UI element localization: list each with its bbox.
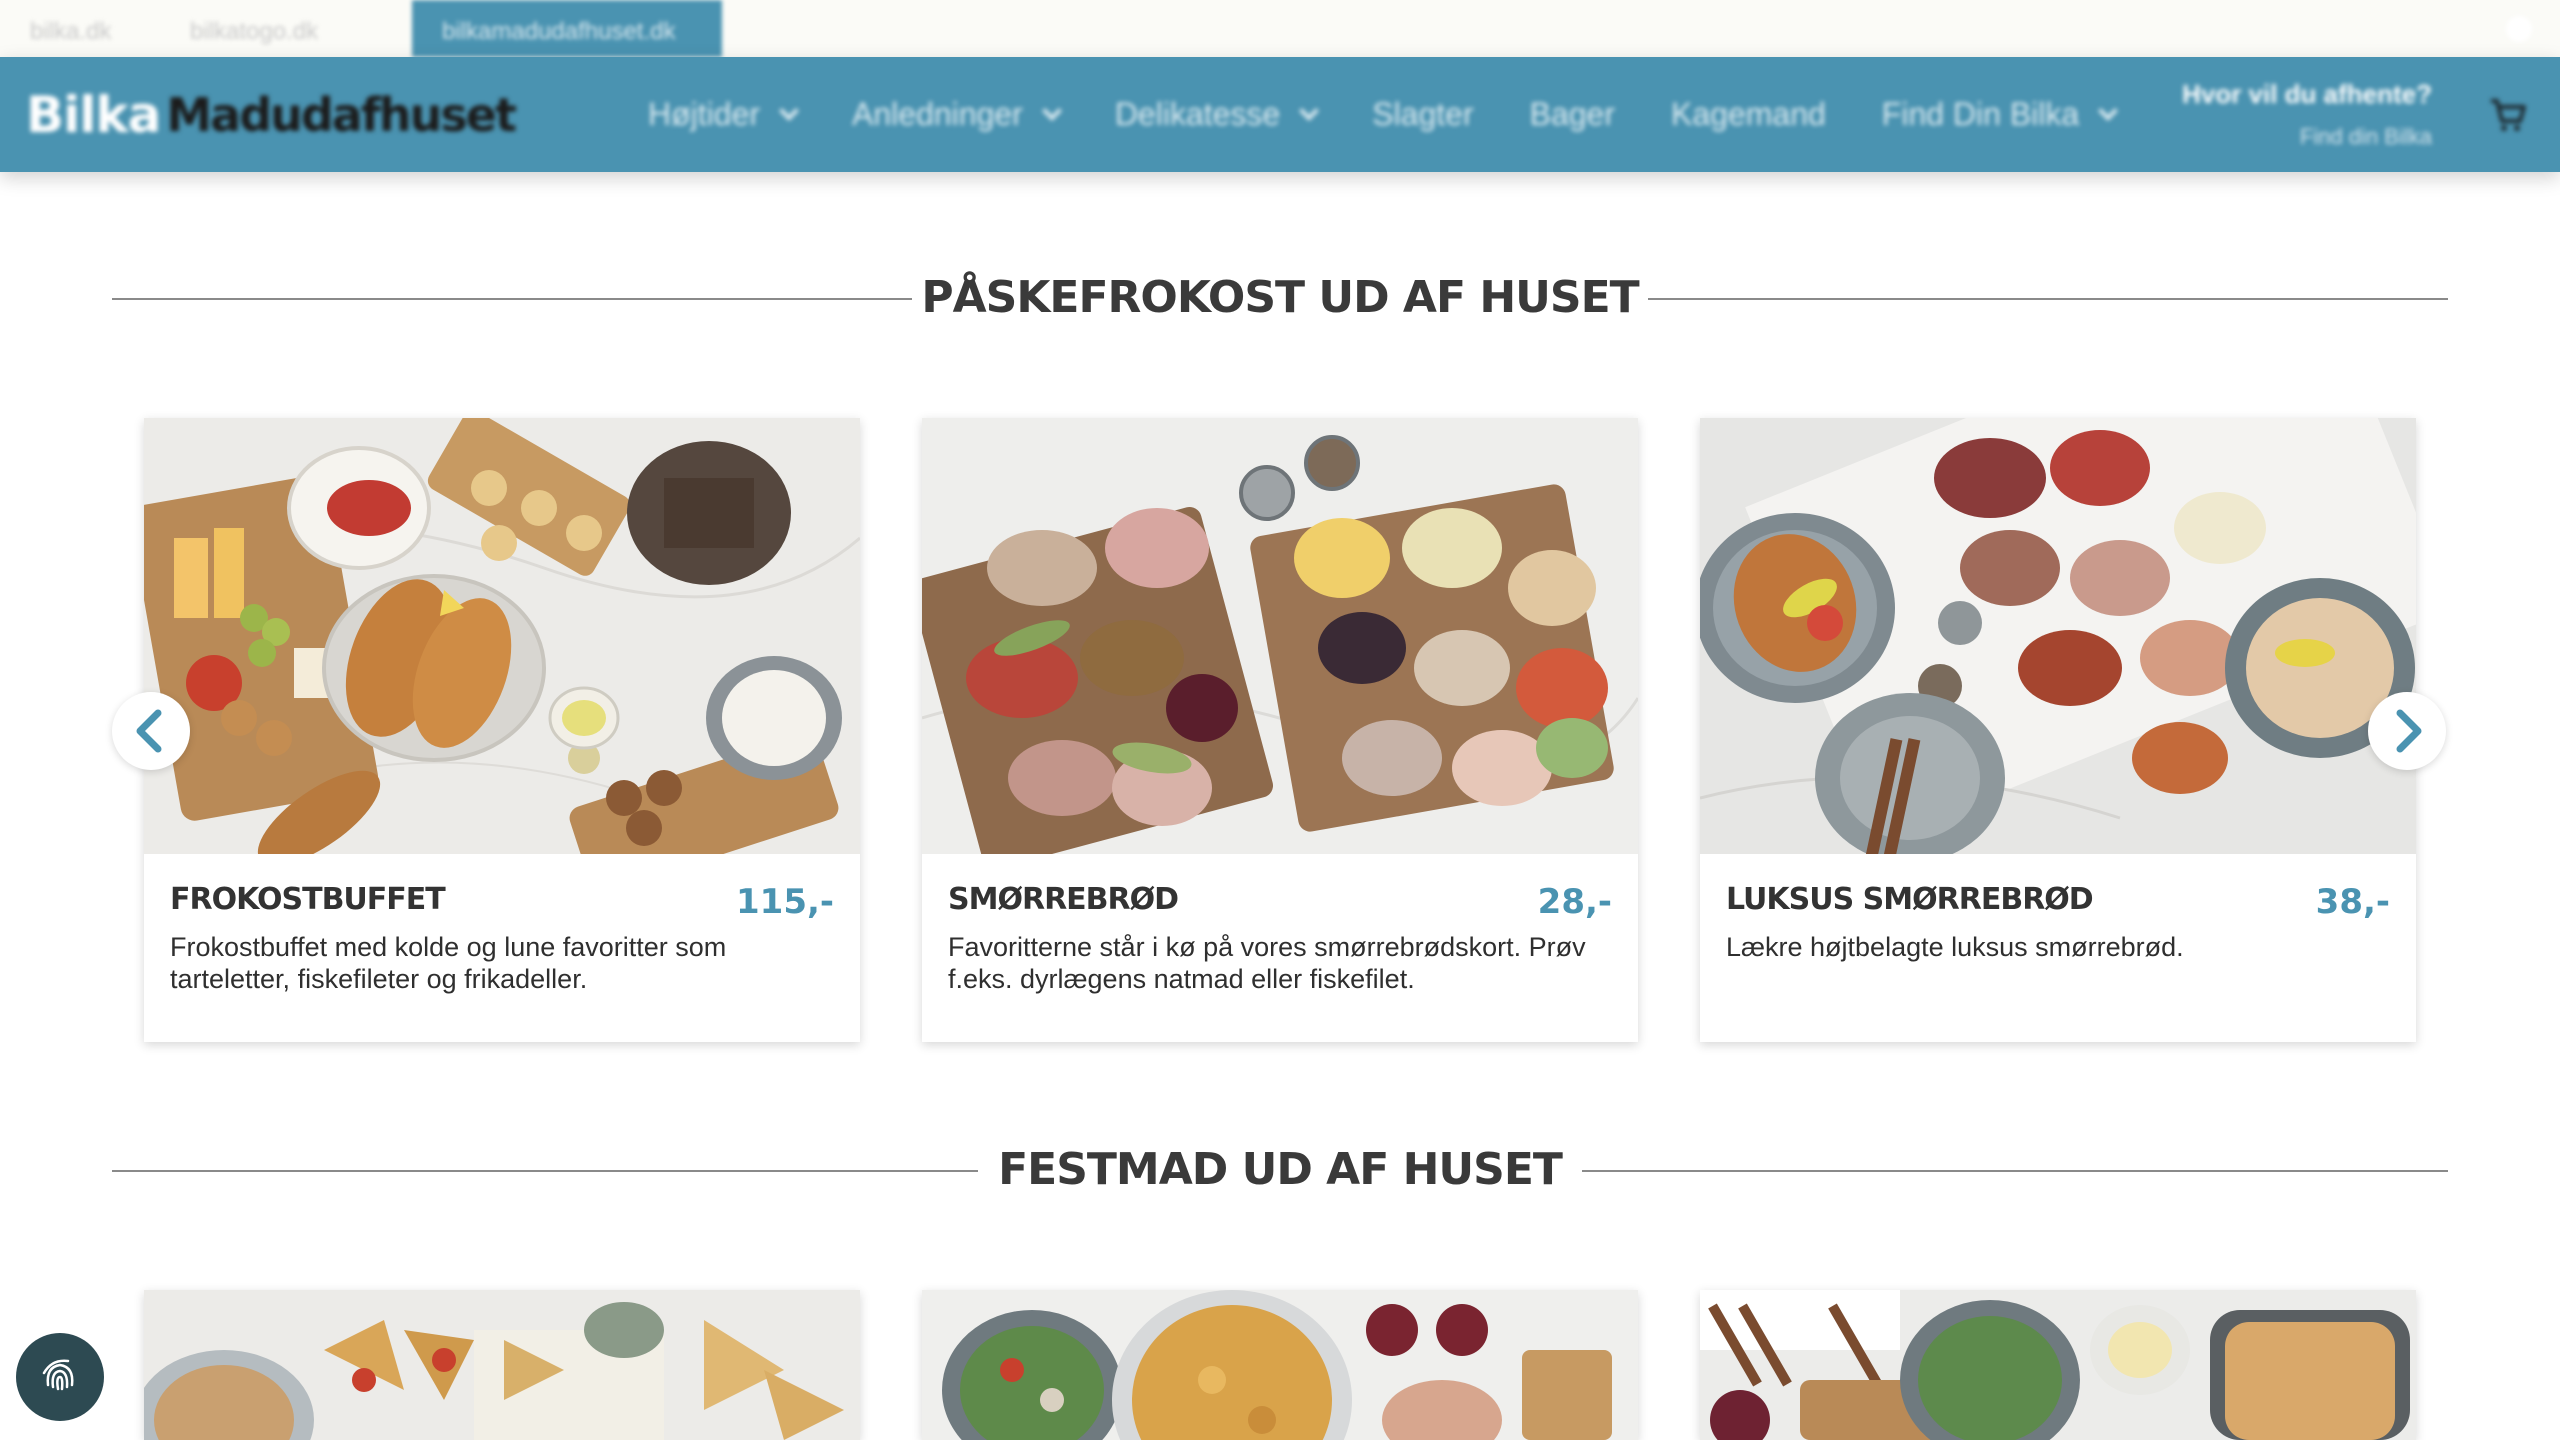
logo-mark: Bilka <box>26 86 161 144</box>
site-logo[interactable]: Bilka Madudafhuset <box>26 85 517 145</box>
fingerprint-icon <box>42 1359 74 1391</box>
nav-item-label: Højtider <box>648 96 761 132</box>
chevron-down-icon <box>779 100 799 121</box>
store-picker[interactable]: Hvor vil du afhente? Find din Bilka <box>2170 79 2432 150</box>
product-card[interactable] <box>922 1290 1638 1440</box>
chevron-right-icon <box>2396 709 2422 753</box>
nav-item-bager[interactable]: Bager <box>1530 96 1615 133</box>
chevron-down-icon <box>1299 100 1320 121</box>
site-tab-bilkatogo[interactable]: bilkatogo.dk <box>160 0 348 57</box>
nav-item-kagemand[interactable]: Kagemand <box>1671 96 1826 133</box>
cart-count-badge <box>2506 16 2532 42</box>
section-heading-paskefrokost: PÅSKEFROKOST UD AF HUSET <box>112 268 2448 328</box>
product-card[interactable] <box>144 1290 860 1440</box>
product-title: SMØRREBRØD <box>948 882 1179 917</box>
site-switcher-tabs: bilka.dk bilkatogo.dk bilkamadudafhuset.… <box>0 0 2560 57</box>
product-image-smorrebrod <box>922 418 1638 854</box>
product-price: 115,- <box>736 882 834 922</box>
nav-item-label: Kagemand <box>1671 96 1826 132</box>
product-card-luksus-smorrebrod[interactable]: LUKSUS SMØRREBRØD 38,- Lækre højtbelagte… <box>1700 418 2416 1042</box>
site-tab-bilka[interactable]: bilka.dk <box>0 0 141 57</box>
card-body: SMØRREBRØD 28,- Favoritterne står i kø p… <box>922 854 1638 1042</box>
nav-item-anledninger[interactable]: Anledninger <box>852 96 1062 133</box>
nav-item-find-din-bilka[interactable]: Find Din Bilka <box>1881 96 2119 133</box>
nav-item-slagter[interactable]: Slagter <box>1372 96 1473 133</box>
nav-item-hojtider[interactable]: Højtider <box>648 96 799 133</box>
chevron-left-icon <box>136 709 162 753</box>
store-question: Hvor vil du afhente? <box>2182 79 2432 109</box>
chevron-down-icon <box>1041 100 1062 121</box>
product-title: LUKSUS SMØRREBRØD <box>1726 882 2094 917</box>
product-price: 38,- <box>2315 882 2390 922</box>
product-image <box>144 1290 860 1440</box>
product-image-frokostbuffet <box>144 418 860 854</box>
logo-text: Madudafhuset <box>166 88 517 142</box>
site-tab-bilkamadudafhuset[interactable]: bilkamadudafhuset.dk <box>412 0 722 57</box>
section-title: FESTMAD UD AF HUSET <box>998 1144 1563 1195</box>
product-description: Lækre højtbelagte luksus smørrebrød. <box>1726 932 2184 962</box>
nav-item-delikatesse[interactable]: Delikatesse <box>1114 96 1320 133</box>
product-card[interactable] <box>1700 1290 2416 1440</box>
section-title: PÅSKEFROKOST UD AF HUSET <box>921 272 1639 323</box>
product-title: FROKOSTBUFFET <box>170 882 446 917</box>
card-body: LUKSUS SMØRREBRØD 38,- Lækre højtbelagte… <box>1700 854 2416 1042</box>
product-image <box>1700 1290 2416 1440</box>
chevron-down-icon <box>2098 100 2119 121</box>
product-price: 28,- <box>1537 882 1612 922</box>
product-image <box>922 1290 1638 1440</box>
section-heading-festmad: FESTMAD UD AF HUSET <box>112 1140 2448 1200</box>
product-description: Frokostbuffet med kolde og lune favoritt… <box>170 932 727 994</box>
product-card-smorrebrod[interactable]: SMØRREBRØD 28,- Favoritterne står i kø p… <box>922 418 1638 1042</box>
nav-item-label: Delikatesse <box>1114 96 1281 132</box>
nav-item-label: Find Din Bilka <box>1881 96 2080 132</box>
fingerprint-button[interactable] <box>16 1333 104 1421</box>
nav-item-label: Slagter <box>1372 96 1474 132</box>
main-nav: Højtider Anledninger Delikatesse Slagter… <box>648 57 2171 172</box>
card-body: FROKOSTBUFFET 115,- Frokostbuffet med ko… <box>144 854 860 1042</box>
product-description: Favoritterne står i kø på vores smørrebr… <box>948 932 1586 994</box>
main-header: Bilka Madudafhuset Højtider Anledninger … <box>0 57 2560 172</box>
nav-item-label: Bager <box>1529 96 1615 132</box>
cart-icon[interactable] <box>2488 95 2528 135</box>
carousel-prev-button[interactable] <box>112 692 190 770</box>
carousel-next-button[interactable] <box>2368 692 2446 770</box>
product-card-frokostbuffet[interactable]: FROKOSTBUFFET 115,- Frokostbuffet med ko… <box>144 418 860 1042</box>
nav-item-label: Anledninger <box>852 96 1023 132</box>
store-link[interactable]: Find din Bilka <box>2170 124 2432 150</box>
product-image-luksus-smorrebrod <box>1700 418 2416 854</box>
